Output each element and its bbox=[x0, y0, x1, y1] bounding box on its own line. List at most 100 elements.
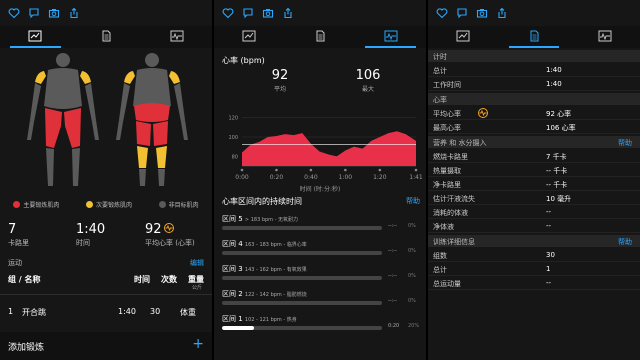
muscle-summary-screen: 主要锻炼肌肉 次要锻炼肌肉 非目标肌肉 7 卡路里 1:40 时间 92 平均心… bbox=[0, 0, 212, 360]
zone-name: 区间 2 bbox=[222, 290, 243, 298]
section-header: 训练详细信息 帮助 bbox=[428, 235, 640, 247]
zone-bar bbox=[222, 301, 382, 305]
row-name: 开合跳 bbox=[22, 308, 46, 317]
tab-overview[interactable] bbox=[0, 26, 71, 48]
heart-icon[interactable] bbox=[222, 7, 234, 19]
document-icon bbox=[313, 30, 327, 44]
row-index: 1 bbox=[8, 307, 14, 316]
header-reps: 次数 bbox=[161, 275, 177, 284]
table-row[interactable]: 1 开合跳 1:40 30 体重 bbox=[0, 303, 212, 321]
comment-icon[interactable] bbox=[28, 7, 40, 19]
share-icon[interactable] bbox=[282, 7, 294, 19]
share-icon[interactable] bbox=[68, 7, 80, 19]
x-tick-label: 0:40 bbox=[304, 174, 318, 181]
comment-icon[interactable] bbox=[456, 7, 468, 19]
detail-value: -- bbox=[546, 208, 552, 216]
x-tick-dot bbox=[240, 168, 244, 172]
legend-secondary: 次要锻炼肌肉 bbox=[85, 200, 132, 209]
tab-details[interactable] bbox=[499, 26, 570, 48]
zone-bar bbox=[222, 326, 382, 330]
camera-icon[interactable] bbox=[476, 7, 488, 19]
heart-icon[interactable] bbox=[8, 7, 20, 19]
zone-title: 区间 4 163 - 183 bpm - 临界心率 bbox=[222, 239, 307, 249]
detail-value: 106 心率 bbox=[546, 124, 576, 132]
legend-primary-label: 主要锻炼肌肉 bbox=[23, 201, 60, 209]
detail-value: -- bbox=[546, 222, 552, 230]
comment-icon[interactable] bbox=[242, 7, 254, 19]
detail-row: 总计 1:40 bbox=[428, 63, 640, 77]
legend-primary: 主要锻炼肌肉 bbox=[13, 200, 59, 209]
zone-title: 区间 1 102 - 121 bpm - 热身 bbox=[222, 314, 297, 324]
tab-overview[interactable] bbox=[214, 26, 285, 48]
zone-title: 区间 5 > 183 bpm - 无氧耐力 bbox=[222, 214, 298, 224]
body-front bbox=[27, 53, 99, 186]
row-reps: 30 bbox=[150, 307, 161, 316]
x-tick-dot bbox=[275, 168, 278, 172]
x-tick-label: 0:00 bbox=[235, 174, 249, 181]
calories-value: 7 bbox=[8, 222, 17, 237]
zone-time: 0:20 bbox=[388, 323, 400, 329]
overview-icon bbox=[28, 30, 42, 44]
zone-desc: 122 - 142 bpm - 脂肪燃烧 bbox=[244, 292, 307, 298]
detail-row: 燃烧卡路里 7 千卡 bbox=[428, 149, 640, 163]
share-icon[interactable] bbox=[496, 7, 508, 19]
activity-label: 运动 bbox=[8, 259, 22, 267]
chart-icon bbox=[384, 30, 398, 44]
overview-icon bbox=[456, 30, 470, 44]
help-link[interactable]: 帮助 bbox=[406, 196, 420, 206]
zone-row: 区间 2 122 - 142 bpm - 脂肪燃烧 --:-- 0% bbox=[214, 287, 426, 312]
view-tabs bbox=[214, 26, 426, 48]
detail-row: 估计汗液流失 10 毫升 bbox=[428, 191, 640, 205]
heart-rate-area bbox=[242, 131, 416, 166]
detail-value: 1:40 bbox=[546, 80, 562, 88]
toolbar bbox=[214, 0, 426, 26]
detail-value: 1:40 bbox=[546, 66, 562, 74]
detail-row: 净卡路里 -- 千卡 bbox=[428, 177, 640, 191]
detail-value: -- 千卡 bbox=[546, 181, 568, 189]
legend-nontarget: 非目标肌肉 bbox=[158, 200, 199, 209]
detail-value: 92 心率 bbox=[546, 110, 572, 118]
chart-icon bbox=[598, 30, 612, 44]
document-icon bbox=[99, 30, 113, 44]
y-tick-label: 120 bbox=[228, 116, 238, 122]
help-link[interactable]: 帮助 bbox=[618, 237, 632, 247]
camera-icon[interactable] bbox=[48, 7, 60, 19]
tab-chart[interactable] bbox=[569, 26, 640, 48]
time-value: 1:40 bbox=[76, 222, 106, 237]
tab-overview[interactable] bbox=[428, 26, 499, 48]
detail-key: 工作时间 bbox=[433, 81, 461, 89]
zone-time: --:-- bbox=[388, 248, 397, 254]
tab-chart[interactable] bbox=[141, 26, 212, 48]
section-header: 心率 bbox=[428, 93, 640, 105]
camera-icon[interactable] bbox=[262, 7, 274, 19]
tab-details[interactable] bbox=[71, 26, 142, 48]
nontarget-dot bbox=[158, 200, 166, 208]
zone-fill bbox=[222, 326, 254, 330]
zone-name: 区间 4 bbox=[222, 240, 243, 248]
tab-chart[interactable] bbox=[355, 26, 426, 48]
zone-percent: 0% bbox=[408, 248, 416, 254]
detail-key: 燃烧卡路里 bbox=[433, 153, 468, 161]
zone-row: 区间 4 163 - 183 bpm - 临界心率 --:-- 0% bbox=[214, 237, 426, 262]
zone-desc: > 183 bpm - 无氧耐力 bbox=[244, 217, 299, 223]
detail-row: 总计 1 bbox=[428, 262, 640, 276]
screenshot-collage: 主要锻炼肌肉 次要锻炼肌肉 非目标肌肉 7 卡路里 1:40 时间 92 平均心… bbox=[0, 0, 640, 360]
heartrate-value: 92 bbox=[145, 222, 162, 237]
overview-icon bbox=[242, 30, 256, 44]
heart-icon[interactable] bbox=[436, 7, 448, 19]
details-screen: 计时 总计 1:40 工作时间 1:40 心率 平均心率 92 心率 最高心率 106 心率 营养 … bbox=[428, 0, 640, 360]
tab-details[interactable] bbox=[285, 26, 356, 48]
zone-bar bbox=[222, 226, 382, 230]
detail-value: 1 bbox=[546, 265, 551, 273]
add-exercise-button[interactable]: 添加锻炼 + bbox=[0, 332, 212, 360]
x-tick-label: 1:41 bbox=[409, 174, 423, 181]
row-time: 1:40 bbox=[118, 307, 136, 316]
heartrate-icon bbox=[478, 108, 488, 118]
row-weight: 体重 bbox=[180, 308, 196, 317]
plus-icon: + bbox=[192, 336, 204, 352]
help-link[interactable]: 帮助 bbox=[618, 138, 632, 148]
time-label: 时间 bbox=[76, 239, 90, 247]
zone-time: --:-- bbox=[388, 223, 397, 229]
detail-key: 估计汗液流失 bbox=[433, 195, 475, 203]
edit-link[interactable]: 编辑 bbox=[190, 258, 204, 268]
